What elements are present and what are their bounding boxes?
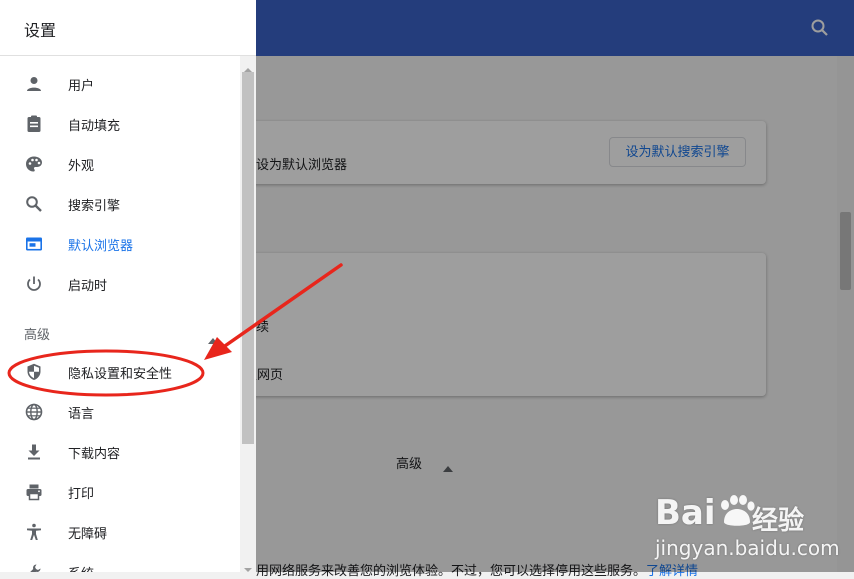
nav-item-printing[interactable]: 打印 <box>0 472 240 512</box>
shield-icon <box>24 362 44 382</box>
watermark-jingyan-text: 经验 <box>752 506 805 536</box>
nav-label: 自动填充 <box>68 119 121 134</box>
drawer-scrollbar-thumb[interactable] <box>242 72 254 444</box>
watermark-url: jingyan.baidu.com <box>655 536 840 560</box>
nav-label: 搜索引擎 <box>68 199 121 214</box>
paw-icon <box>720 495 755 526</box>
nav-item-default-browser[interactable]: 默认浏览器 <box>0 224 240 264</box>
nav-label: 启动时 <box>68 279 108 294</box>
nav-label: 语言 <box>68 407 95 422</box>
nav-label: 打印 <box>68 487 95 502</box>
nav-item-accessibility[interactable]: 无障碍 <box>0 512 240 552</box>
power-icon <box>24 274 44 294</box>
nav-item-autofill[interactable]: 自动填充 <box>0 104 240 144</box>
clipboard-icon <box>24 114 44 134</box>
printer-icon <box>24 482 44 502</box>
nav-item-languages[interactable]: 语言 <box>0 392 240 432</box>
nav-item-privacy-security[interactable]: 隐私设置和安全性 <box>0 352 240 392</box>
nav-label: 隐私设置和安全性 <box>68 367 173 382</box>
drawer-title: 设置 <box>24 21 57 40</box>
nav-item-search-engine[interactable]: 搜索引擎 <box>0 184 240 224</box>
watermark-brand: Bai <box>655 493 716 533</box>
nav-item-on-startup[interactable]: 启动时 <box>0 264 240 304</box>
download-icon <box>24 442 44 462</box>
nav-item-appearance[interactable]: 外观 <box>0 144 240 184</box>
advanced-section-toggle[interactable]: 高级 <box>24 324 50 343</box>
globe-icon <box>24 402 44 422</box>
nav-label: 下载内容 <box>68 447 121 462</box>
person-icon <box>24 74 44 94</box>
nav-item-people[interactable]: 用户 <box>0 64 240 104</box>
accessibility-icon <box>24 522 44 542</box>
search-icon <box>24 194 44 214</box>
settings-drawer: 设置 用户 自动填充 外观 搜索引擎 默认浏览器 启动时 高级 隐私设置和安全性… <box>0 0 256 572</box>
browser-icon <box>24 234 44 254</box>
nav-label: 用户 <box>68 79 95 94</box>
nav-item-downloads[interactable]: 下载内容 <box>0 432 240 472</box>
nav-label: 无障碍 <box>68 527 108 542</box>
scroll-up-arrow-icon[interactable] <box>242 60 254 72</box>
nav-label: 系统 <box>68 563 94 572</box>
wrench-icon <box>24 562 44 572</box>
palette-icon <box>24 154 44 174</box>
baidu-watermark-logo: Bai <box>655 493 756 533</box>
scroll-down-arrow-icon[interactable] <box>242 560 254 572</box>
nav-label: 默认浏览器 <box>68 239 134 254</box>
nav-item-system[interactable]: 系统 <box>0 552 240 572</box>
nav-label: 外观 <box>68 159 95 174</box>
chevron-up-icon[interactable] <box>208 329 218 344</box>
